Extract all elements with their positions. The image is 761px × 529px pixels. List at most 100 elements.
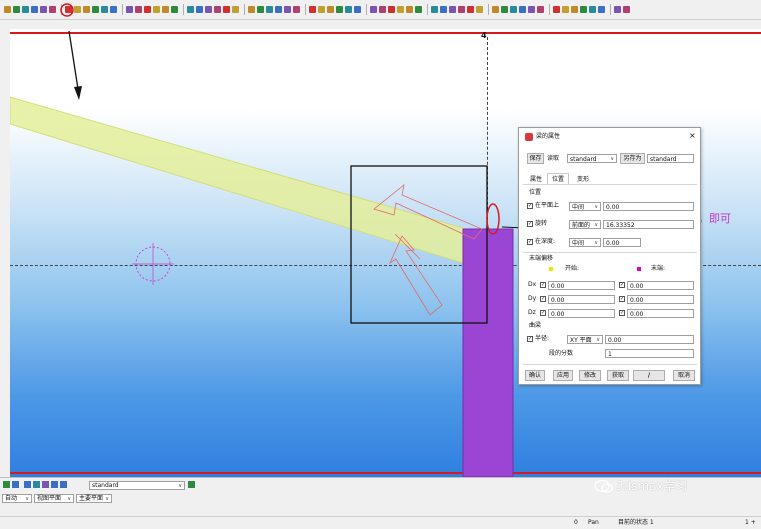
dx-end-field[interactable]: 0.00 (627, 281, 694, 290)
read-select[interactable]: standard (567, 154, 617, 163)
toolbar-tool-icon[interactable] (528, 6, 535, 13)
snap-icon-2[interactable] (33, 481, 40, 488)
toolbar-tool-icon[interactable] (187, 6, 194, 13)
toolbar-tool-icon[interactable] (580, 6, 587, 13)
dy-start-field[interactable]: 0.00 (548, 295, 615, 304)
toolbar-tool-icon[interactable] (467, 6, 474, 13)
radius-checkbox[interactable]: ✓ (527, 336, 533, 342)
toolbar-tool-icon[interactable] (214, 6, 221, 13)
close-icon[interactable]: × (689, 132, 696, 140)
toolbar-tool-icon[interactable] (257, 6, 264, 13)
modify-button[interactable]: 修改 (579, 370, 601, 381)
toolbar-tool-icon[interactable] (266, 6, 273, 13)
toolbar-tool-icon[interactable] (589, 6, 596, 13)
tab-attributes[interactable]: 属性 (530, 176, 542, 184)
toolbar-tool-icon[interactable] (275, 6, 282, 13)
tab-deform[interactable]: 变形 (577, 176, 589, 184)
dx-end-checkbox[interactable]: ✓ (619, 282, 625, 288)
rotation-select[interactable]: 前面的 (569, 220, 601, 229)
dz-end-field[interactable]: 0.00 (627, 309, 694, 318)
segments-value[interactable]: 1 (605, 349, 694, 358)
dy-end-field[interactable]: 0.00 (627, 295, 694, 304)
toolbar-tool-icon[interactable] (510, 6, 517, 13)
toolbar-tool-icon[interactable] (31, 6, 38, 13)
toolbar-tool-icon[interactable] (449, 6, 456, 13)
toolbar-tool-icon[interactable] (22, 6, 29, 13)
snap-icon-5[interactable] (60, 481, 67, 488)
select-tool-icon[interactable] (3, 481, 10, 488)
toolbar-tool-icon[interactable] (336, 6, 343, 13)
toolbar-tool-icon[interactable] (598, 6, 605, 13)
toolbar-tool-icon[interactable] (171, 6, 178, 13)
toolbar-tool-icon[interactable] (196, 6, 203, 13)
toolbar-tool-icon[interactable] (223, 6, 230, 13)
toolbar-tool-icon[interactable] (144, 6, 151, 13)
get-button[interactable]: 获取 (607, 370, 629, 381)
toolbar-tool-icon[interactable] (83, 6, 90, 13)
dy-end-checkbox[interactable]: ✓ (619, 296, 625, 302)
toolbar-tool-icon[interactable] (501, 6, 508, 13)
toolbar-tool-icon[interactable] (13, 6, 20, 13)
column-shape[interactable] (462, 228, 514, 477)
dx-start-checkbox[interactable]: ✓ (540, 282, 546, 288)
toolbar-tool-icon[interactable] (476, 6, 483, 13)
toggle-all-button[interactable]: / (633, 370, 665, 381)
toolbar-tool-icon[interactable] (571, 6, 578, 13)
toolbar-tool-icon[interactable] (135, 6, 142, 13)
on-plane-checkbox[interactable]: ✓ (527, 203, 533, 209)
dx-start-field[interactable]: 0.00 (548, 281, 615, 290)
toolbar-tool-icon[interactable] (162, 6, 169, 13)
snap-icon-4[interactable] (51, 481, 58, 488)
snap-icon-1[interactable] (24, 481, 31, 488)
toolbar-tool-icon[interactable] (327, 6, 334, 13)
toolbar-tool-icon[interactable] (49, 6, 56, 13)
toolbar-tool-icon[interactable] (379, 6, 386, 13)
toolbar-tool-icon[interactable] (553, 6, 560, 13)
radius-value[interactable]: 0.00 (605, 335, 694, 344)
toolbar-tool-icon[interactable] (248, 6, 255, 13)
dz-start-field[interactable]: 0.00 (548, 309, 615, 318)
depth-select[interactable]: 中间 (569, 238, 601, 247)
toolbar-tool-icon[interactable] (406, 6, 413, 13)
rotation-checkbox[interactable]: ✓ (527, 221, 533, 227)
dy-start-checkbox[interactable]: ✓ (540, 296, 546, 302)
depth-checkbox[interactable]: ✓ (527, 239, 533, 245)
main-plane-select[interactable]: 主要平面 (76, 494, 112, 503)
toolbar-tool-icon[interactable] (284, 6, 291, 13)
apply-button[interactable]: 应用 (553, 370, 573, 381)
toolbar-tool-icon[interactable] (40, 6, 47, 13)
dz-end-checkbox[interactable]: ✓ (619, 310, 625, 316)
toolbar-tool-icon[interactable] (623, 6, 630, 13)
toolbar-tool-icon[interactable] (440, 6, 447, 13)
toolbar-tool-icon[interactable] (562, 6, 569, 13)
toolbar-tool-icon[interactable] (388, 6, 395, 13)
toolbar-tool-icon[interactable] (537, 6, 544, 13)
toolbar-tool-icon[interactable] (309, 6, 316, 13)
tab-position[interactable]: 位置 (552, 176, 564, 184)
view-plane-select[interactable]: 视图平面 (34, 494, 74, 503)
toolbar-tool-icon[interactable] (232, 6, 239, 13)
toolbar-tool-icon[interactable] (415, 6, 422, 13)
snap-icon-3[interactable] (42, 481, 49, 488)
toolbar-tool-icon[interactable] (345, 6, 352, 13)
on-plane-select[interactable]: 中间 (569, 202, 601, 211)
rotation-value[interactable]: 16.33352 (603, 220, 694, 229)
ok-button[interactable]: 确认 (525, 370, 545, 381)
auto-select[interactable]: 自动 (2, 494, 32, 503)
toolbar-tool-icon[interactable] (397, 6, 404, 13)
save-as-button[interactable]: 另存为 (620, 153, 645, 164)
radius-plane-select[interactable]: XY 平面 (567, 335, 603, 344)
dz-start-checkbox[interactable]: ✓ (540, 310, 546, 316)
toolbar-tool-icon[interactable] (110, 6, 117, 13)
save-as-field[interactable]: standard (647, 154, 694, 163)
beam-shape[interactable] (10, 96, 464, 264)
select-filter-icon[interactable] (12, 481, 19, 488)
toolbar-tool-icon[interactable] (101, 6, 108, 13)
toolbar-tool-icon[interactable] (318, 6, 325, 13)
toolbar-tool-icon[interactable] (370, 6, 377, 13)
toolbar-tool-icon[interactable] (74, 6, 81, 13)
toolbar-tool-icon[interactable] (458, 6, 465, 13)
filter-icon[interactable] (188, 481, 195, 488)
toolbar-tool-icon[interactable] (92, 6, 99, 13)
toolbar-tool-icon[interactable] (492, 6, 499, 13)
